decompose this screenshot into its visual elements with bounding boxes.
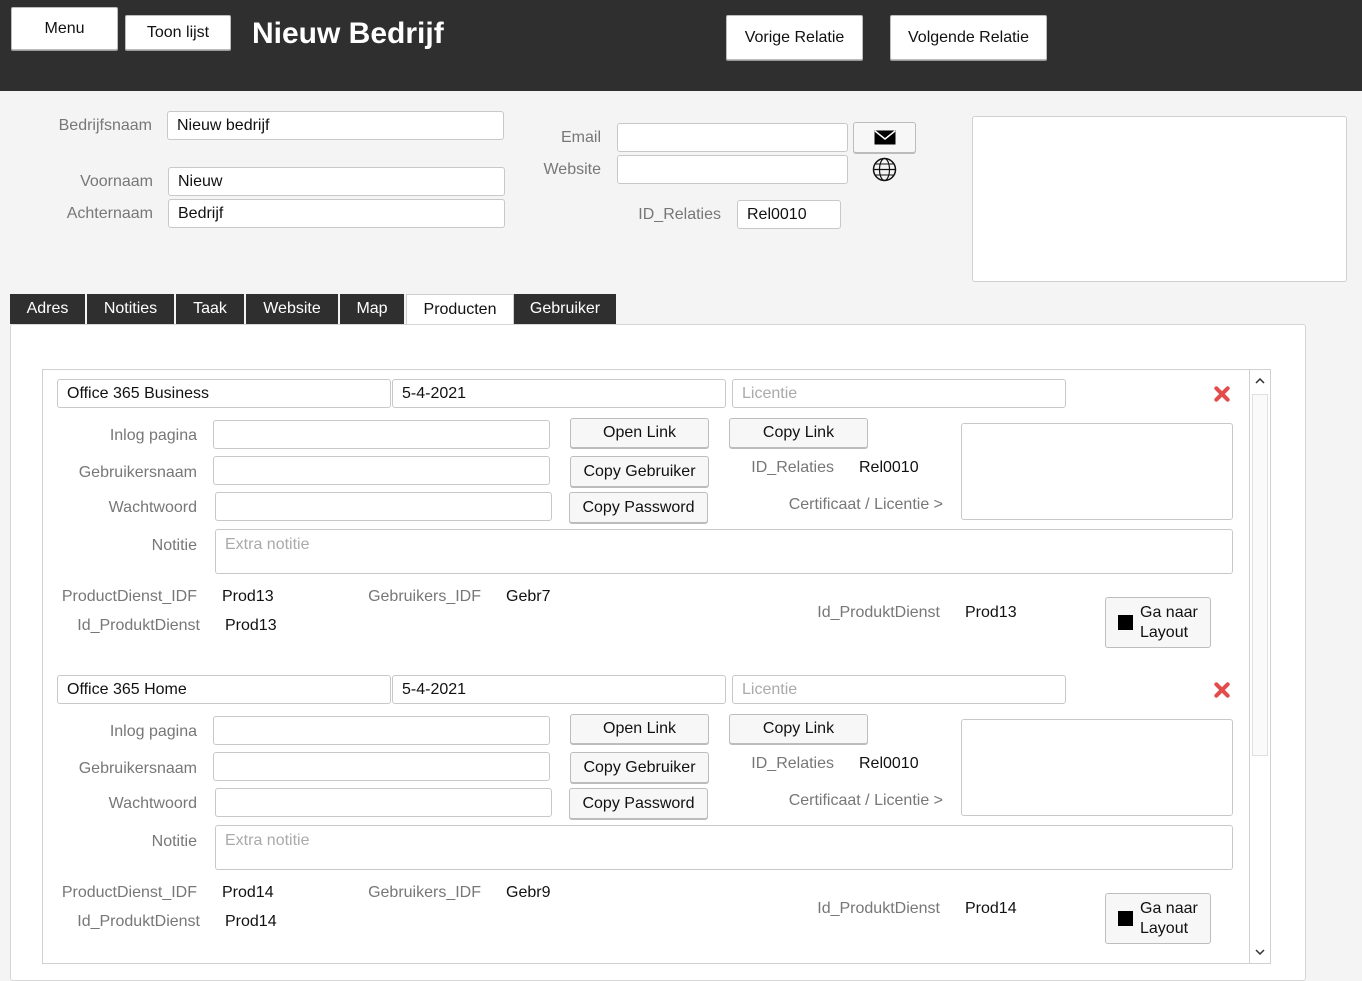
- copy-password-button[interactable]: Copy Password: [569, 788, 708, 819]
- id-relaties-field[interactable]: Rel0010: [737, 200, 841, 229]
- password-label: Wachtwoord: [108, 499, 197, 516]
- website-field[interactable]: [617, 155, 848, 184]
- company-name-label: Bedrijfsnaam: [58, 117, 152, 134]
- last-name-label: Achternaam: [66, 205, 153, 222]
- square-icon: [1118, 615, 1133, 630]
- envelope-icon: [874, 130, 895, 145]
- top-bar: Menu Toon lijst Nieuw Bedrijf Vorige Rel…: [0, 0, 1362, 91]
- productdienst-idf-value: Prod13: [222, 588, 274, 605]
- username-label: Gebruikersnaam: [78, 760, 197, 777]
- username-field[interactable]: [213, 752, 550, 781]
- id-produktdienst-label: Id_ProduktDienst: [77, 617, 200, 634]
- website-label: Website: [543, 161, 601, 178]
- productdienst-idf-label: ProductDienst_IDF: [61, 588, 197, 605]
- id-produktdienst-label-right: Id_ProduktDienst: [817, 900, 940, 917]
- portal-scrollbar[interactable]: [1249, 370, 1270, 963]
- tab-notities[interactable]: Notities: [87, 294, 176, 324]
- tab-taak[interactable]: Taak: [176, 294, 246, 324]
- company-name-field[interactable]: Nieuw bedrijf: [167, 111, 504, 140]
- login-page-field[interactable]: [213, 716, 550, 745]
- image-container[interactable]: [972, 116, 1347, 282]
- certificate-container[interactable]: [961, 719, 1233, 816]
- login-page-field[interactable]: [213, 420, 550, 449]
- product-name-field[interactable]: Office 365 Home: [57, 675, 391, 704]
- tab-website[interactable]: Website: [246, 294, 340, 324]
- go-to-layout-label: Ga naar Layout: [1140, 899, 1198, 937]
- go-to-layout-label: Ga naar Layout: [1140, 603, 1198, 641]
- tab-bar: Adres Notities Taak Website Map Producte…: [10, 294, 618, 325]
- gebruikers-idf-value: Gebr9: [506, 884, 551, 901]
- delete-icon[interactable]: [1212, 680, 1232, 700]
- next-relation-button[interactable]: Volgende Relatie: [890, 15, 1047, 60]
- product-name-field[interactable]: Office 365 Business: [57, 379, 391, 408]
- note-field[interactable]: Extra notitie: [215, 825, 1233, 870]
- tab-gebruiker[interactable]: Gebruiker: [514, 294, 618, 324]
- send-email-button[interactable]: [853, 122, 916, 153]
- email-field[interactable]: [617, 123, 848, 152]
- globe-icon[interactable]: [872, 157, 897, 182]
- copy-link-button[interactable]: Copy Link: [729, 714, 868, 744]
- delete-icon[interactable]: [1212, 384, 1232, 404]
- productdienst-idf-label: ProductDienst_IDF: [61, 884, 197, 901]
- scrollbar-thumb[interactable]: [1252, 394, 1268, 756]
- username-label: Gebruikersnaam: [78, 464, 197, 481]
- login-page-label: Inlog pagina: [109, 723, 197, 740]
- first-name-field[interactable]: Nieuw: [168, 167, 505, 196]
- show-list-button[interactable]: Toon lijst: [125, 15, 231, 50]
- chevron-down-icon[interactable]: [1250, 941, 1270, 963]
- copy-password-button[interactable]: Copy Password: [569, 492, 708, 523]
- id-relaties-label: ID_Relaties: [751, 755, 834, 772]
- note-label: Notitie: [151, 833, 197, 850]
- id-produktdienst-label-right: Id_ProduktDienst: [817, 604, 940, 621]
- id-produktdienst-value-right: Prod14: [965, 900, 1017, 917]
- square-icon: [1118, 911, 1133, 926]
- copy-username-button[interactable]: Copy Gebruiker: [570, 456, 709, 487]
- note-field[interactable]: Extra notitie: [215, 529, 1233, 574]
- open-link-button[interactable]: Open Link: [570, 418, 709, 448]
- password-field[interactable]: [215, 492, 552, 521]
- username-field[interactable]: [213, 456, 550, 485]
- login-page-label: Inlog pagina: [109, 427, 197, 444]
- tab-producten[interactable]: Producten: [406, 294, 514, 325]
- first-name-label: Voornaam: [80, 173, 153, 190]
- email-label: Email: [560, 129, 601, 146]
- password-field[interactable]: [215, 788, 552, 817]
- id-relaties-value: Rel0010: [859, 459, 919, 476]
- copy-username-button[interactable]: Copy Gebruiker: [570, 752, 709, 783]
- id-produktdienst-value: Prod13: [225, 617, 277, 634]
- productdienst-idf-value: Prod14: [222, 884, 274, 901]
- gebruikers-idf-value: Gebr7: [506, 588, 551, 605]
- products-portal: Office 365 Business 5-4-2021 Licentie In…: [42, 369, 1271, 964]
- page-title: Nieuw Bedrijf: [252, 17, 444, 50]
- note-label: Notitie: [151, 537, 197, 554]
- certificate-license-label[interactable]: Certificaat / Licentie >: [773, 496, 943, 514]
- go-to-layout-button[interactable]: Ga naar Layout: [1105, 893, 1211, 944]
- id-relaties-label: ID_Relaties: [751, 459, 834, 476]
- license-field[interactable]: Licentie: [732, 379, 1066, 408]
- menu-button[interactable]: Menu: [11, 7, 118, 50]
- tab-map[interactable]: Map: [340, 294, 406, 324]
- product-date-field[interactable]: 5-4-2021: [392, 379, 726, 408]
- last-name-field[interactable]: Bedrijf: [168, 199, 505, 228]
- password-label: Wachtwoord: [108, 795, 197, 812]
- chevron-up-icon[interactable]: [1250, 370, 1270, 392]
- gebruikers-idf-label: Gebruikers_IDF: [368, 588, 481, 605]
- gebruikers-idf-label: Gebruikers_IDF: [368, 884, 481, 901]
- license-field[interactable]: Licentie: [732, 675, 1066, 704]
- certificate-container[interactable]: [961, 423, 1233, 520]
- open-link-button[interactable]: Open Link: [570, 714, 709, 744]
- id-produktdienst-value-right: Prod13: [965, 604, 1017, 621]
- tab-adres[interactable]: Adres: [10, 294, 87, 324]
- certificate-license-label[interactable]: Certificaat / Licentie >: [773, 792, 943, 810]
- previous-relation-button[interactable]: Vorige Relatie: [726, 15, 863, 60]
- id-produktdienst-label: Id_ProduktDienst: [77, 913, 200, 930]
- copy-link-button[interactable]: Copy Link: [729, 418, 868, 448]
- product-date-field[interactable]: 5-4-2021: [392, 675, 726, 704]
- id-relaties-label: ID_Relaties: [638, 206, 721, 223]
- id-relaties-value: Rel0010: [859, 755, 919, 772]
- go-to-layout-button[interactable]: Ga naar Layout: [1105, 597, 1211, 648]
- id-produktdienst-value: Prod14: [225, 913, 277, 930]
